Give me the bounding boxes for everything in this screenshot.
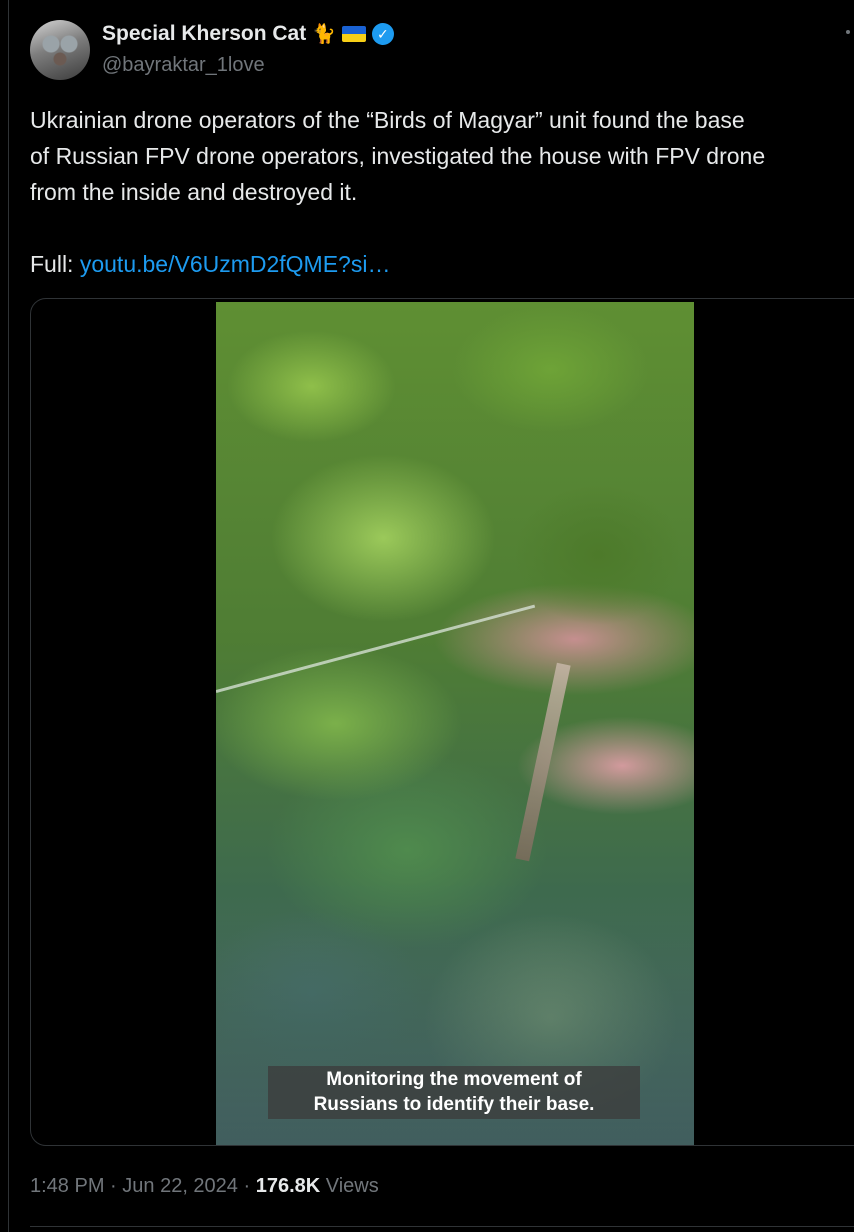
- avatar[interactable]: [30, 20, 90, 80]
- subtitle-line: Monitoring the movement of: [326, 1069, 582, 1090]
- subtitle-line: Russians to identify their base.: [313, 1094, 595, 1115]
- full-label: Full:: [30, 251, 80, 277]
- meta-separator: ·: [104, 1175, 123, 1197]
- ukraine-flag-icon: [341, 26, 366, 42]
- tweet-text-line: of Russian FPV drone operators, investig…: [30, 143, 766, 169]
- verified-badge-icon[interactable]: ✓: [371, 23, 394, 45]
- author-name-row[interactable]: Special Kherson Cat 🐈 ✓: [102, 22, 394, 46]
- tweet-time[interactable]: 1:48 PM: [30, 1175, 104, 1197]
- video-frame-tree: [515, 662, 571, 862]
- tweet-text-line: from the inside and destroyed it.: [30, 179, 358, 205]
- author-handle[interactable]: @bayraktar_1love: [102, 54, 265, 77]
- cat-emoji-icon: 🐈: [312, 23, 336, 45]
- full-link-row: Full: youtu.be/V6UzmD2fQME?si…: [30, 246, 390, 282]
- video-player[interactable]: Monitoring the movement of Russians to i…: [216, 302, 694, 1145]
- author-display-name[interactable]: Special Kherson Cat: [102, 22, 306, 46]
- views-label: Views: [320, 1175, 379, 1197]
- tweet-text: Ukrainian drone operators of the “Birds …: [30, 102, 854, 210]
- tweet-header: Special Kherson Cat 🐈 ✓ @bayraktar_1love: [30, 18, 850, 82]
- video-frame-cable: [216, 604, 536, 693]
- divider: [30, 1226, 854, 1227]
- tweet-text-line: Ukrainian drone operators of the “Birds …: [30, 107, 745, 133]
- tweet-meta: 1:48 PM · Jun 22, 2024 · 176.8K Views: [30, 1172, 379, 1200]
- timeline-left-border: [0, 0, 9, 1232]
- more-options-icon[interactable]: [846, 30, 850, 34]
- meta-separator: ·: [237, 1175, 256, 1197]
- video-subtitle: Monitoring the movement of Russians to i…: [268, 1066, 640, 1119]
- tweet-date[interactable]: Jun 22, 2024: [122, 1175, 238, 1197]
- views-count: 176.8K: [255, 1175, 321, 1197]
- media-container[interactable]: Monitoring the movement of Russians to i…: [30, 298, 854, 1146]
- youtube-link[interactable]: youtu.be/V6UzmD2fQME?si…: [80, 251, 391, 277]
